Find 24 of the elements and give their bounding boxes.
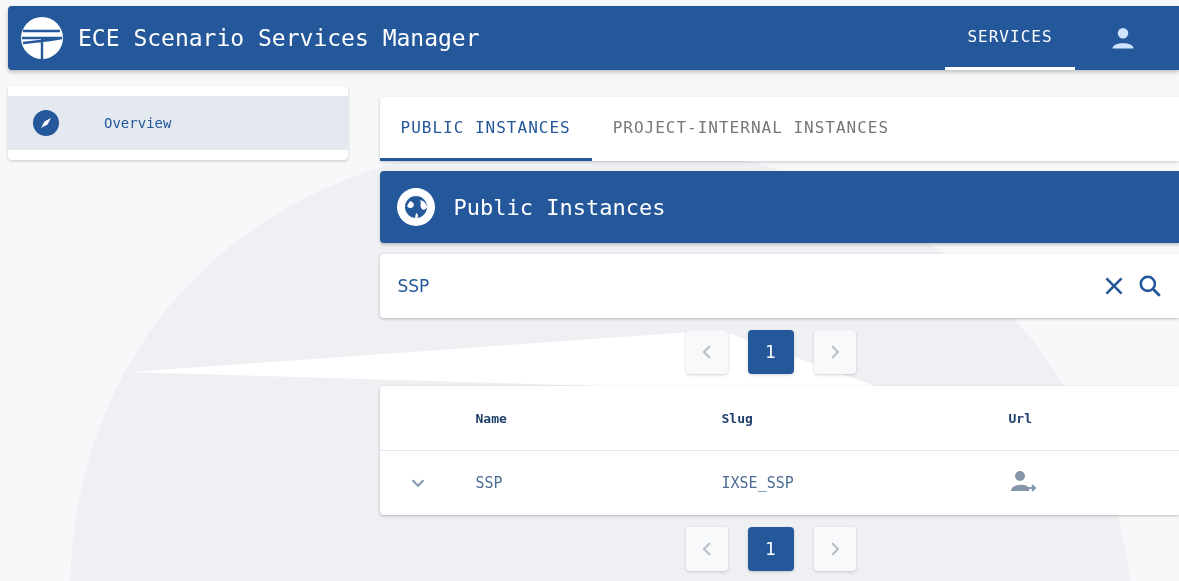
- page-button[interactable]: 1: [747, 330, 794, 374]
- tab[interactable]: PROJECT-INTERNAL INSTANCES: [591, 97, 911, 161]
- compass-icon: [32, 109, 60, 137]
- table-cell-text: SSP: [475, 474, 504, 492]
- user-arrow-icon[interactable]: [1010, 469, 1037, 493]
- sidebar-item[interactable]: Overview: [8, 96, 348, 150]
- page-button[interactable]: 1: [747, 527, 794, 571]
- column-header: Slug: [721, 410, 754, 426]
- nav-tab[interactable]: SERVICES: [945, 6, 1075, 70]
- column-header: Name: [475, 410, 508, 426]
- logo-icon: [20, 16, 64, 60]
- column-header: Url: [1008, 410, 1033, 426]
- search-bar[interactable]: SSP: [379, 254, 1179, 318]
- app-title: ECE Scenario Services Manager: [78, 25, 480, 51]
- chevron-right-icon: [830, 345, 839, 359]
- sidebar-label: Overview: [104, 115, 172, 131]
- chevron-left-icon: [702, 345, 711, 359]
- panel-title: Public Instances: [453, 194, 666, 220]
- chevron-left-icon: [702, 542, 711, 556]
- chevron-right-icon: [830, 542, 839, 556]
- search-icon[interactable]: [1137, 273, 1163, 299]
- table-cell-text: IXSE_SSP: [721, 474, 795, 492]
- tab[interactable]: PUBLIC INSTANCES: [379, 97, 592, 161]
- search-field[interactable]: SSP: [395, 275, 1091, 297]
